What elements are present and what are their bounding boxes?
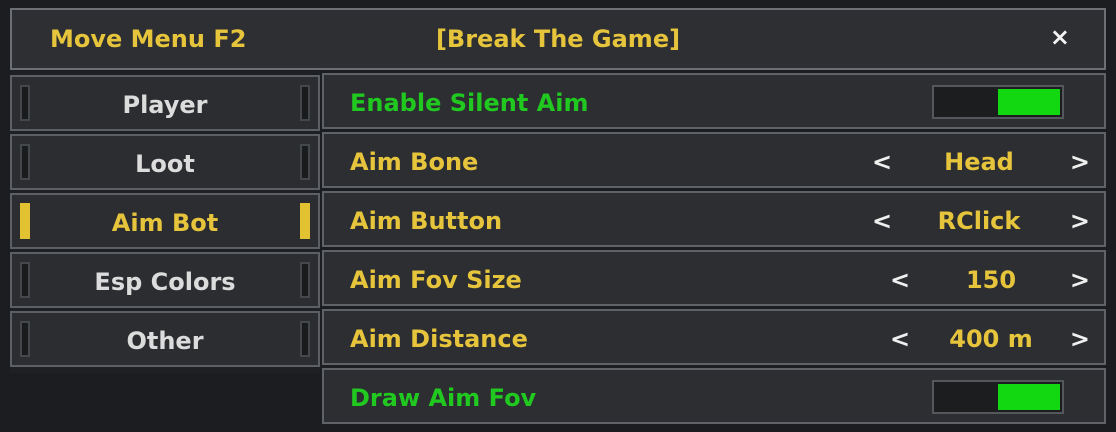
option-label: Enable Silent Aim [350, 89, 589, 117]
aim-fov-size-value: 150 [965, 266, 1017, 294]
sidebar-item-player[interactable]: Player [10, 75, 320, 131]
indicator-right [300, 144, 310, 180]
aim-distance-value: 400 m [949, 325, 1033, 353]
option-label: Draw Aim Fov [350, 384, 537, 412]
prev-arrow-button[interactable]: < [890, 325, 910, 353]
sidebar-item-other[interactable]: Other [10, 311, 320, 367]
toggle-knob [998, 384, 1060, 410]
indicator-right [300, 203, 310, 239]
close-button[interactable]: × [1050, 23, 1070, 51]
sidebar: Player Loot Aim Bot Esp Colors Other [10, 71, 320, 373]
sidebar-item-label: Esp Colors [94, 268, 236, 296]
option-aim-distance: Aim Distance < 400 m > [322, 309, 1106, 365]
aim-bone-value: Head [944, 148, 1014, 176]
sidebar-item-loot[interactable]: Loot [10, 134, 320, 190]
sidebar-item-aim-bot[interactable]: Aim Bot [10, 193, 320, 249]
prev-arrow-button[interactable]: < [872, 207, 892, 235]
sidebar-item-label: Player [122, 91, 208, 119]
option-aim-fov-size: Aim Fov Size < 150 > [322, 250, 1106, 306]
option-aim-button: Aim Button < RClick > [322, 191, 1106, 247]
title-bar[interactable]: Move Menu F2 [Break The Game] × [10, 8, 1106, 70]
prev-arrow-button[interactable]: < [890, 266, 910, 294]
sidebar-item-esp-colors[interactable]: Esp Colors [10, 252, 320, 308]
option-draw-aim-fov: Draw Aim Fov [322, 368, 1106, 424]
option-label: Aim Bone [350, 148, 479, 176]
option-label: Aim Distance [350, 325, 528, 353]
next-arrow-button[interactable]: > [1070, 207, 1090, 235]
option-enable-silent-aim: Enable Silent Aim [322, 73, 1106, 129]
next-arrow-button[interactable]: > [1070, 266, 1090, 294]
draw-aim-fov-toggle[interactable] [932, 380, 1064, 414]
indicator-right [300, 321, 310, 357]
option-label: Aim Button [350, 207, 503, 235]
option-label: Aim Fov Size [350, 266, 522, 294]
sidebar-item-label: Aim Bot [111, 209, 219, 237]
aim-button-value: RClick [937, 207, 1021, 235]
option-aim-bone: Aim Bone < Head > [322, 132, 1106, 188]
silent-aim-toggle[interactable] [932, 85, 1064, 119]
sidebar-item-label: Loot [135, 150, 195, 178]
menu-title: [Break The Game] [435, 25, 681, 53]
next-arrow-button[interactable]: > [1070, 148, 1090, 176]
indicator-right [300, 85, 310, 121]
prev-arrow-button[interactable]: < [872, 148, 892, 176]
sidebar-item-label: Other [126, 327, 204, 355]
indicator-right [300, 262, 310, 298]
next-arrow-button[interactable]: > [1070, 325, 1090, 353]
toggle-knob [998, 89, 1060, 115]
